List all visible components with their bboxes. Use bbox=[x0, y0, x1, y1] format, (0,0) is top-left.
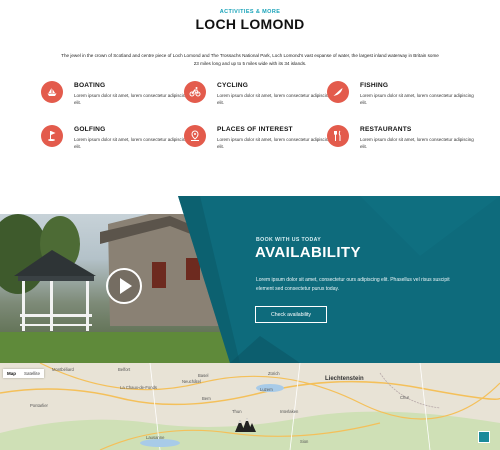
map-label-montbeliard: Montbéliard bbox=[52, 367, 74, 372]
map-label-sion: Sion bbox=[300, 439, 309, 444]
play-video-button[interactable] bbox=[106, 268, 142, 304]
activity-places-of-interest: PLACES OF INTEREST Lorem ipsum dolor sit… bbox=[184, 125, 334, 155]
map-fullscreen-button[interactable] bbox=[478, 431, 490, 443]
activity-title: FISHING bbox=[360, 82, 389, 89]
tab-map[interactable]: Map bbox=[3, 369, 20, 378]
activity-desc: Lorem ipsum dolor sit amet, lorem consec… bbox=[360, 137, 474, 149]
map-label-interlaken: Interlaken bbox=[280, 409, 299, 414]
map-label-chaux: La Chaux-de-Fonds bbox=[120, 385, 158, 390]
boat-icon bbox=[41, 81, 63, 103]
map-label-neuchatel: Neuchâtel bbox=[182, 379, 201, 384]
activity-restaurants: RESTAURANTS Lorem ipsum dolor sit amet, … bbox=[327, 125, 477, 155]
activity-fishing: FISHING Lorem ipsum dolor sit amet, lore… bbox=[327, 81, 477, 111]
activity-title: RESTAURANTS bbox=[360, 126, 412, 133]
activity-golfing: GOLFING Lorem ipsum dolor sit amet, lore… bbox=[41, 125, 191, 155]
map-label-basel: Basel bbox=[198, 373, 209, 378]
activity-title: BOATING bbox=[74, 82, 106, 89]
map-label-pontarlier: Pontarlier bbox=[30, 403, 48, 408]
cutlery-icon bbox=[327, 125, 349, 147]
booking-eyebrow: BOOK WITH US TODAY bbox=[256, 237, 322, 243]
booking-text: Lorem ipsum dolor sit amet, consectetur … bbox=[256, 277, 450, 292]
activity-boating: BOATING Lorem ipsum dolor sit amet, lore… bbox=[41, 81, 191, 111]
booking-title: AVAILABILITY bbox=[255, 244, 361, 261]
map-label-bern: Bern bbox=[202, 396, 211, 401]
bicycle-icon bbox=[184, 81, 206, 103]
map-label-liechtenstein: Liechtenstein bbox=[325, 376, 364, 382]
golf-icon bbox=[41, 125, 63, 147]
map-label-luzern: Luzern bbox=[260, 387, 273, 392]
play-icon bbox=[120, 278, 132, 294]
section-eyebrow: ACTIVITIES & MORE bbox=[219, 9, 281, 15]
tab-satellite[interactable]: Satellite bbox=[20, 369, 44, 378]
fish-icon bbox=[327, 81, 349, 103]
map-type-tabs: Map Satellite bbox=[3, 369, 45, 378]
map-label-lausanne: Lausanne bbox=[146, 435, 165, 440]
activity-title: GOLFING bbox=[74, 126, 106, 133]
activity-title: CYCLING bbox=[217, 82, 249, 89]
activity-desc: Lorem ipsum dolor sit amet, lorem consec… bbox=[74, 137, 188, 149]
page-title: LOCH LOMOND bbox=[195, 16, 305, 32]
activity-desc: Lorem ipsum dolor sit amet, lorem consec… bbox=[74, 93, 188, 105]
location-marker-icon[interactable] bbox=[234, 417, 256, 433]
map-label-zurich: Zürich bbox=[268, 371, 280, 376]
activity-desc: Lorem ipsum dolor sit amet, lorem consec… bbox=[217, 93, 331, 105]
map-label-chur: Chur bbox=[400, 395, 410, 400]
map-label-thun: Thun bbox=[232, 409, 242, 414]
map-pin-icon bbox=[184, 125, 206, 147]
location-map[interactable]: Map Satellite Liechtenstein Montbéliard … bbox=[0, 363, 500, 450]
check-availability-button[interactable]: Check availability bbox=[255, 306, 327, 323]
activity-desc: Lorem ipsum dolor sit amet, lorem consec… bbox=[217, 137, 331, 149]
map-label-belfort: Belfort bbox=[118, 367, 131, 372]
availability-section: BOOK WITH US TODAY AVAILABILITY Lorem ip… bbox=[0, 196, 500, 363]
activity-title: PLACES OF INTEREST bbox=[217, 126, 293, 133]
intro-text: The jewel in the crown of Scotland and c… bbox=[61, 53, 439, 66]
activity-cycling: CYCLING Lorem ipsum dolor sit amet, lore… bbox=[184, 81, 334, 111]
activity-desc: Lorem ipsum dolor sit amet, lorem consec… bbox=[360, 93, 474, 105]
